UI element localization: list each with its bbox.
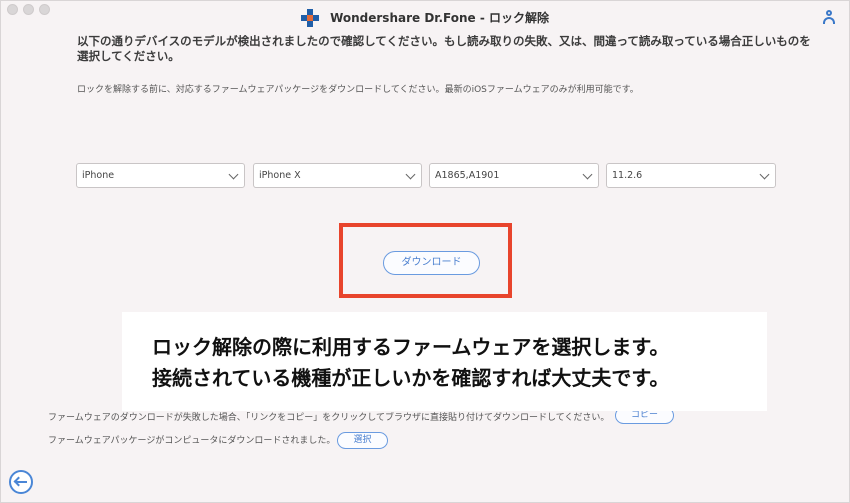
model-value: iPhone X bbox=[259, 170, 301, 181]
model-select[interactable]: iPhone X bbox=[253, 163, 422, 188]
firmware-note: ロックを解除する前に、対応するファームウェアパッケージをダウンロードしてください… bbox=[77, 85, 639, 95]
window-title-wrap: Wondershare Dr.Fone - ロック解除 bbox=[1, 7, 849, 27]
chevron-down-icon bbox=[759, 169, 770, 180]
copy-link-text: ファームウェアのダウンロードが失敗した場合、「リンクをコピー」をクリックしてブラ… bbox=[48, 413, 610, 423]
caption-overlay: ロック解除の際に利用するファームウェアを選択します。 接続されている機種が正しい… bbox=[122, 312, 767, 411]
chevron-down-icon bbox=[582, 169, 593, 180]
drfone-logo-icon bbox=[300, 8, 319, 27]
back-arrow-icon[interactable] bbox=[9, 470, 33, 494]
app-window: Wondershare Dr.Fone - ロック解除 以下の通りデバイスのモデ… bbox=[0, 0, 850, 503]
select-file-button[interactable]: 選択 bbox=[337, 432, 388, 449]
device-type-select[interactable]: iPhone bbox=[76, 163, 245, 188]
ios-version-select[interactable]: 11.2.6 bbox=[606, 163, 776, 188]
user-icon[interactable] bbox=[823, 10, 835, 24]
model-number-value: A1865,A1901 bbox=[435, 170, 500, 181]
window-title: Wondershare Dr.Fone - ロック解除 bbox=[330, 11, 550, 25]
download-button[interactable]: ダウンロード bbox=[383, 251, 480, 275]
chevron-down-icon bbox=[405, 169, 416, 180]
caption-line-1: ロック解除の際に利用するファームウェアを選択します。 bbox=[152, 335, 670, 359]
title-bar: Wondershare Dr.Fone - ロック解除 bbox=[1, 1, 849, 31]
chevron-down-icon bbox=[228, 169, 239, 180]
model-number-select[interactable]: A1865,A1901 bbox=[429, 163, 599, 188]
ios-version-value: 11.2.6 bbox=[612, 170, 643, 181]
caption-line-2: 接続されている機種が正しいかを確認すれば大丈夫です。 bbox=[152, 366, 670, 390]
device-detect-instruction: 以下の通りデバイスのモデルが検出されましたので確認してください。もし読み取りの失… bbox=[77, 34, 811, 63]
device-type-value: iPhone bbox=[82, 170, 115, 181]
downloaded-text: ファームウェアパッケージがコンピュータにダウンロードされました。 bbox=[48, 436, 336, 446]
